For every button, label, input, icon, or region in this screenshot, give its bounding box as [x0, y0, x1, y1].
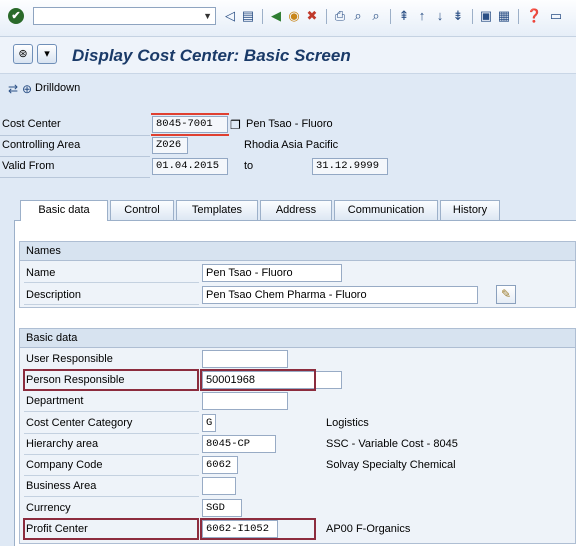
profit-center-desc: AP00 F-Organics	[326, 523, 411, 535]
tab-communication[interactable]: Communication	[334, 200, 438, 220]
cost-center-category-label: Cost Center Category	[26, 417, 133, 429]
edit-long-text-icon[interactable]: ✎	[496, 285, 516, 304]
hierarchy-area-field[interactable]: 8045-CP	[202, 435, 276, 453]
toolbar-separator	[472, 9, 473, 24]
valid-to-label: to	[244, 160, 254, 172]
sap-menu-icon[interactable]: ⊛	[13, 44, 33, 64]
drilldown-button[interactable]: Drilldown	[35, 82, 80, 94]
print-icon[interactable]: ⎙	[332, 8, 348, 24]
company-code-desc: Solvay Specialty Chemical	[326, 459, 456, 471]
cost-center-description: Pen Tsao - Fluoro	[246, 118, 333, 130]
business-area-field[interactable]	[202, 477, 236, 495]
name-field[interactable]: Pen Tsao - Fluoro	[202, 264, 342, 282]
divider	[24, 411, 199, 412]
company-code-field[interactable]: 6062	[202, 456, 238, 474]
sap-menu-dropdown-icon[interactable]: ▾	[37, 44, 57, 64]
divider	[24, 454, 199, 455]
toolbar-separator	[262, 9, 263, 24]
names-group-title: Names	[20, 242, 575, 261]
next-page-icon[interactable]: ↓	[432, 8, 448, 24]
exit-icon[interactable]: ◉	[286, 8, 302, 24]
previous-page-icon[interactable]: ↑	[414, 8, 430, 24]
divider	[24, 475, 199, 476]
user-responsible-label: User Responsible	[26, 353, 113, 365]
help-icon[interactable]: ❓	[526, 8, 542, 24]
divider	[0, 135, 150, 136]
basic-data-group: Basic data User Responsible Person Respo…	[19, 328, 576, 544]
toolbar-separator	[390, 9, 391, 24]
divider	[0, 177, 150, 178]
names-group: Names Name Pen Tsao - Fluoro Description…	[19, 241, 576, 308]
find-icon[interactable]: ⌕	[350, 8, 366, 24]
hierarchy-area-label: Hierarchy area	[26, 438, 99, 450]
page-title: Display Cost Center: Basic Screen	[72, 46, 351, 65]
profit-center-label-highlight	[23, 518, 199, 540]
currency-field[interactable]: SGD	[202, 499, 242, 517]
valid-to-field[interactable]: 31.12.9999	[312, 158, 388, 175]
back-arrow-icon[interactable]: ◁	[222, 8, 238, 24]
dropdown-icon[interactable]: ▼	[203, 11, 212, 21]
hierarchy-area-desc: SSC - Variable Cost - 8045	[326, 438, 458, 450]
tab-address[interactable]: Address	[260, 200, 332, 220]
currency-label: Currency	[26, 502, 71, 514]
checkmark-icon[interactable]: ✔	[8, 8, 24, 24]
basic-data-group-title: Basic data	[20, 329, 575, 348]
department-field[interactable]	[202, 392, 288, 410]
cost-center-category-field[interactable]: G	[202, 414, 216, 432]
person-responsible-label-highlight	[23, 369, 199, 391]
name-label: Name	[26, 267, 56, 279]
cancel-icon[interactable]: ✖	[304, 8, 320, 24]
save-icon[interactable]: ▤	[240, 8, 256, 24]
cost-center-label: Cost Center	[2, 118, 61, 130]
focus-indicator	[151, 113, 229, 136]
description-label: Description	[26, 289, 82, 301]
divider	[24, 433, 199, 434]
divider	[0, 156, 150, 157]
cost-center-category-desc: Logistics	[326, 417, 369, 429]
valid-from-field[interactable]: 01.04.2015	[152, 158, 228, 175]
command-field[interactable]: ▼	[33, 7, 216, 25]
last-page-icon[interactable]: ⇟	[450, 8, 466, 24]
business-area-label: Business Area	[26, 480, 97, 492]
toolbar-separator	[518, 9, 519, 24]
title-bar: ⊛ ▾ Display Cost Center: Basic Screen	[0, 37, 576, 74]
department-label: Department	[26, 395, 84, 407]
shortcut-icon[interactable]: ▦	[496, 8, 512, 24]
controlling-area-label: Controlling Area	[2, 139, 81, 151]
divider	[24, 282, 199, 283]
tab-templates[interactable]: Templates	[176, 200, 258, 220]
drilldown-icon[interactable]: ⊕	[22, 82, 32, 96]
valid-from-label: Valid From	[2, 160, 55, 172]
divider	[24, 304, 199, 305]
toolbar-separator	[326, 9, 327, 24]
back-icon[interactable]: ◀	[268, 8, 284, 24]
profit-center-value-highlight	[200, 518, 316, 540]
divider	[24, 496, 199, 497]
application-toolbar: ⇄ ⊕ Drilldown	[0, 74, 576, 104]
other-cost-center-icon[interactable]: ⇄	[8, 82, 18, 96]
company-code-label: Company Code	[26, 459, 103, 471]
description-field[interactable]: Pen Tsao Chem Pharma - Fluoro	[202, 286, 478, 304]
tab-basic-data[interactable]: Basic data	[20, 200, 108, 221]
layout-menu-icon[interactable]: ▭	[548, 8, 564, 24]
tab-history[interactable]: History	[440, 200, 500, 220]
user-responsible-field[interactable]	[202, 350, 288, 368]
standard-toolbar: ✔ ▼ ◁ ▤ ◀ ◉ ✖ ⎙ ⌕ ⌕ ⇞ ↑ ↓ ⇟ ▣ ▦ ❓ ▭	[0, 0, 576, 37]
controlling-area-field[interactable]: Z026	[152, 137, 188, 154]
tab-control[interactable]: Control	[110, 200, 174, 220]
controlling-area-description: Rhodia Asia Pacific	[244, 139, 339, 151]
new-session-icon[interactable]: ▣	[478, 8, 494, 24]
copy-icon[interactable]: ❐	[230, 118, 241, 132]
first-page-icon[interactable]: ⇞	[396, 8, 412, 24]
person-responsible-value-highlight	[200, 369, 316, 391]
find-next-icon[interactable]: ⌕	[368, 8, 384, 24]
